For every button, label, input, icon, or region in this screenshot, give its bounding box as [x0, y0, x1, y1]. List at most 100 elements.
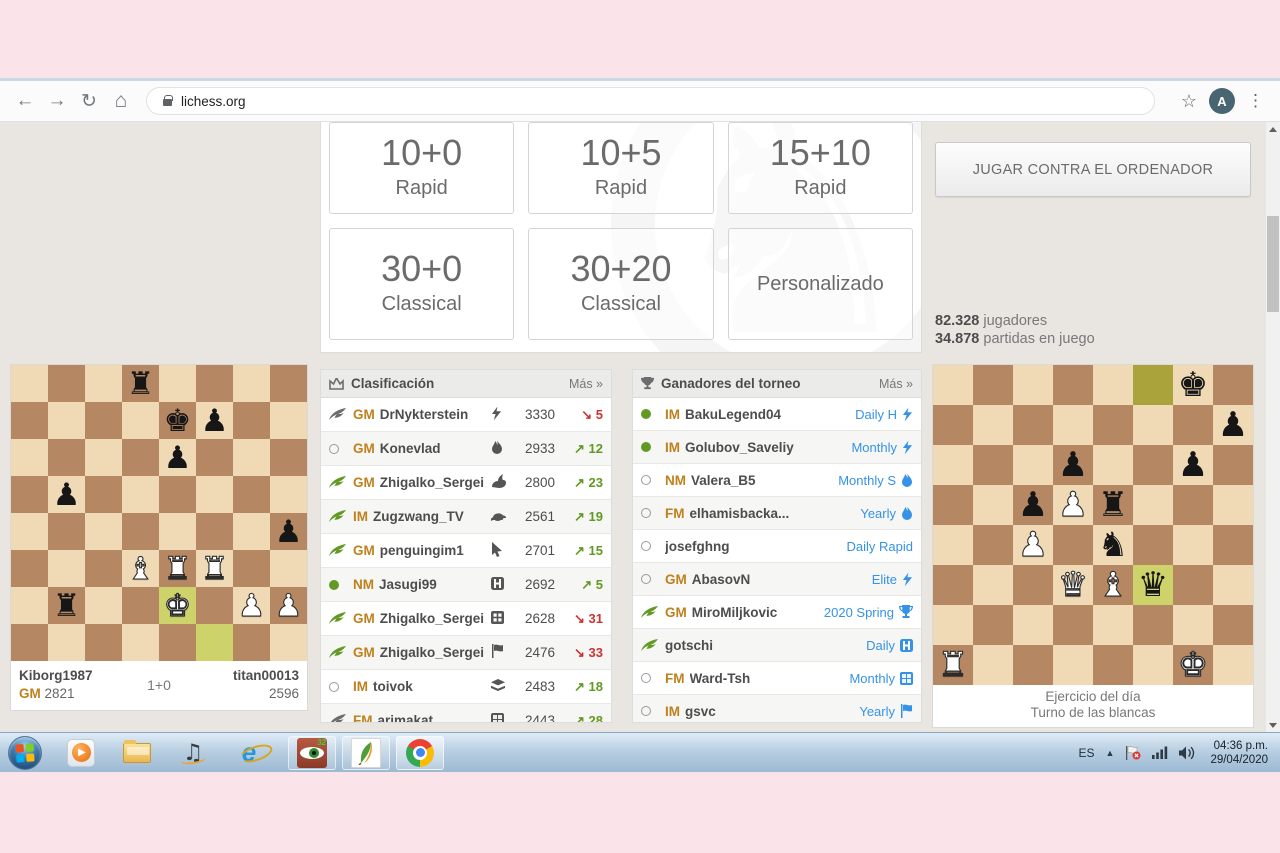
board-square[interactable]	[85, 439, 122, 476]
board-square[interactable]: ♟	[270, 587, 307, 624]
board-square[interactable]	[48, 624, 85, 661]
board-square[interactable]	[122, 513, 159, 550]
board-square[interactable]	[1213, 485, 1253, 525]
board-square[interactable]	[270, 365, 307, 402]
tournament-name[interactable]: Monthly	[851, 440, 913, 455]
leaderboard-row[interactable]: IMtoivok2483↗ 18	[321, 670, 611, 704]
tournament-winner-row[interactable]: NMValera_B5Monthly S	[633, 464, 921, 497]
tournament-winner-row[interactable]: GMMiroMiljkovic2020 Spring	[633, 596, 921, 629]
board-square[interactable]	[11, 550, 48, 587]
explorer-folder-icon[interactable]	[120, 736, 154, 770]
browser-menu-icon[interactable]: ⋮	[1247, 91, 1264, 111]
board-square[interactable]	[1213, 565, 1253, 605]
board-square[interactable]	[973, 605, 1013, 645]
board-square[interactable]: ♟	[270, 513, 307, 550]
puzzle-chessboard[interactable]: ♚♟♟♟♟♟♜♟♞♛♝♛♜♚	[933, 365, 1253, 685]
board-square[interactable]	[1013, 445, 1053, 485]
board-square[interactable]: ♟	[1053, 445, 1093, 485]
scrollbar-down-arrow[interactable]	[1266, 718, 1280, 732]
forward-button[interactable]: →	[42, 86, 72, 116]
board-square[interactable]	[85, 476, 122, 513]
board-square[interactable]	[122, 402, 159, 439]
board-square[interactable]	[159, 365, 196, 402]
board-square[interactable]	[159, 513, 196, 550]
board-square[interactable]	[122, 624, 159, 661]
board-square[interactable]	[196, 513, 233, 550]
board-square[interactable]	[1013, 405, 1053, 445]
tournament-winner-row[interactable]: FMWard-TshMonthly	[633, 662, 921, 695]
board-square[interactable]	[196, 587, 233, 624]
leaderboard-row[interactable]: GMKonevlad2933↗ 12	[321, 432, 611, 466]
board-square[interactable]	[270, 624, 307, 661]
board-square[interactable]	[973, 405, 1013, 445]
board-square[interactable]	[1093, 445, 1133, 485]
board-square[interactable]	[1173, 405, 1213, 445]
board-square[interactable]	[1013, 365, 1053, 405]
tv-chessboard[interactable]: ♜♚♟♟♟♟♝♜♜♜♚♟♟	[11, 365, 307, 661]
board-square[interactable]	[233, 624, 270, 661]
board-square[interactable]	[270, 550, 307, 587]
board-square[interactable]	[1133, 485, 1173, 525]
board-square[interactable]	[1133, 445, 1173, 485]
board-square[interactable]: ♝	[1093, 565, 1133, 605]
board-square[interactable]	[1173, 565, 1213, 605]
volume-icon[interactable]	[1179, 746, 1195, 760]
tournament-winner-row[interactable]: GMAbasovNElite	[633, 563, 921, 596]
chrome-taskbar-button[interactable]	[396, 736, 444, 770]
board-square[interactable]	[933, 525, 973, 565]
leaderboard-row[interactable]: GMpenguingim12701↗ 15	[321, 534, 611, 568]
leaderboard-row[interactable]: GMZhigalko_Sergei2628↘ 31	[321, 602, 611, 636]
board-square[interactable]	[1133, 405, 1173, 445]
board-square[interactable]	[1173, 605, 1213, 645]
board-square[interactable]	[1213, 605, 1253, 645]
taskbar-clock[interactable]: 04:36 p.m. 29/04/2020	[1210, 739, 1268, 767]
quick-pairing-button-15+10[interactable]: 15+10Rapid	[728, 122, 913, 214]
board-square[interactable]: ♟	[48, 476, 85, 513]
board-square[interactable]	[233, 365, 270, 402]
board-square[interactable]	[1093, 605, 1133, 645]
feather-app-taskbar-button[interactable]	[342, 736, 390, 770]
bookmark-star-icon[interactable]: ☆	[1181, 91, 1197, 112]
tournament-winner-row[interactable]: FMelhamisbacka...Yearly	[633, 497, 921, 530]
address-bar[interactable]: lichess.org	[146, 87, 1155, 115]
leaderboard-row[interactable]: GMZhigalko_Sergei2800↗ 23	[321, 466, 611, 500]
board-square[interactable]	[11, 513, 48, 550]
network-signal-icon[interactable]	[1152, 746, 1168, 759]
irfanview-taskbar-button[interactable]: 32	[288, 736, 336, 770]
board-square[interactable]: ♟	[1013, 525, 1053, 565]
page-scrollbar[interactable]	[1266, 122, 1280, 732]
tournament-name[interactable]: Monthly S	[838, 473, 913, 488]
board-square[interactable]	[1213, 645, 1253, 685]
board-square[interactable]	[85, 402, 122, 439]
board-square[interactable]	[1133, 365, 1173, 405]
tournament-more-link[interactable]: Más »	[879, 377, 913, 391]
board-square[interactable]	[1053, 405, 1093, 445]
board-square[interactable]	[159, 624, 196, 661]
board-square[interactable]	[973, 565, 1013, 605]
home-button[interactable]: ⌂	[106, 86, 136, 116]
board-square[interactable]	[85, 550, 122, 587]
board-square[interactable]	[122, 476, 159, 513]
board-square[interactable]: ♝	[122, 550, 159, 587]
leaderboard-more-link[interactable]: Más »	[569, 377, 603, 391]
board-square[interactable]: ♜	[1093, 485, 1133, 525]
board-square[interactable]	[11, 624, 48, 661]
board-square[interactable]	[1213, 365, 1253, 405]
board-square[interactable]: ♜	[196, 550, 233, 587]
board-square[interactable]	[1173, 485, 1213, 525]
board-square[interactable]	[973, 485, 1013, 525]
board-square[interactable]	[1133, 525, 1173, 565]
board-square[interactable]	[196, 439, 233, 476]
board-square[interactable]	[159, 476, 196, 513]
board-square[interactable]	[1093, 365, 1133, 405]
tournament-winner-row[interactable]: IMBakuLegend04Daily H	[633, 398, 921, 431]
board-square[interactable]: ♜	[933, 645, 973, 685]
board-square[interactable]	[270, 476, 307, 513]
reload-button[interactable]: ↻	[74, 86, 104, 116]
board-square[interactable]	[233, 439, 270, 476]
board-square[interactable]: ♞	[1093, 525, 1133, 565]
board-square[interactable]	[1173, 525, 1213, 565]
internet-explorer-icon[interactable]: e	[232, 736, 266, 770]
board-square[interactable]	[973, 525, 1013, 565]
tournament-winner-row[interactable]: IMgsvcYearly	[633, 695, 921, 723]
